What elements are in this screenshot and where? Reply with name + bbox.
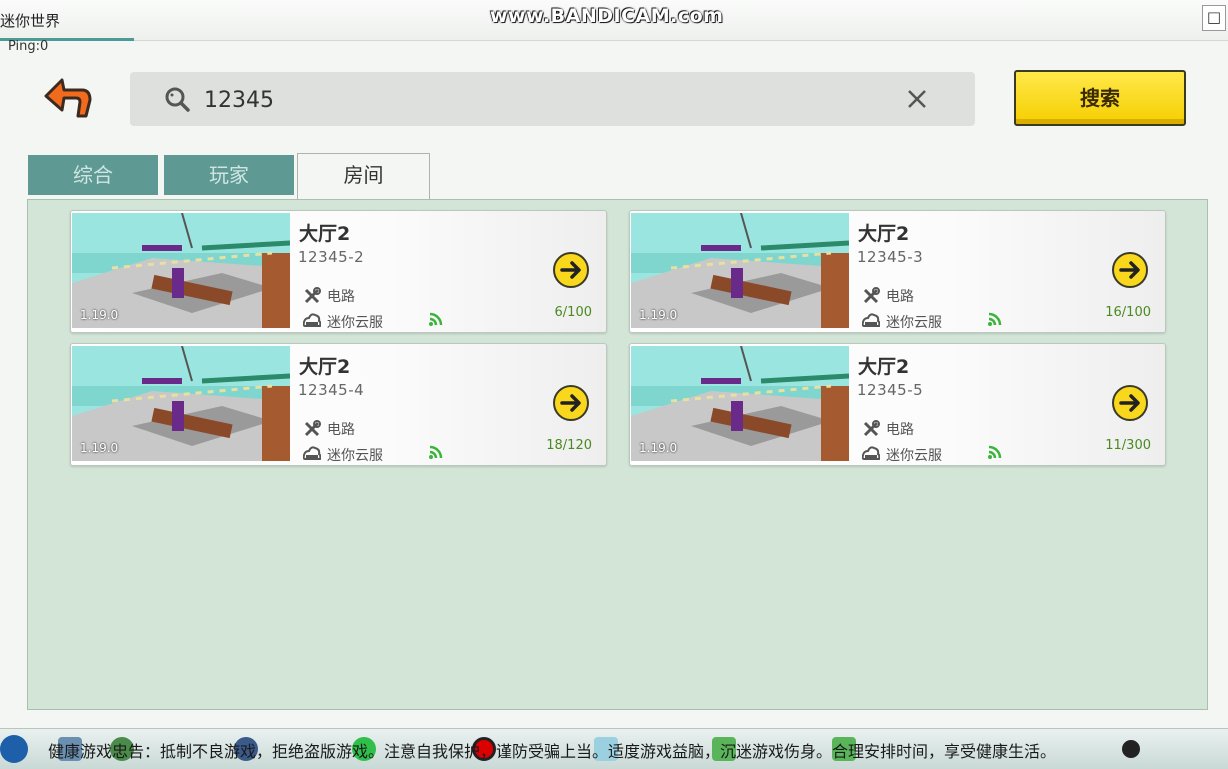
search-icon bbox=[165, 87, 190, 112]
room-thumbnail: 1.19.0 bbox=[631, 213, 849, 328]
window-maximize-button[interactable]: □ bbox=[1202, 5, 1226, 31]
room-card[interactable]: 1.19.0 大厅2 12345-5 电路 迷你云服 11/300 bbox=[629, 343, 1166, 466]
tab-rooms[interactable]: 房间 bbox=[297, 153, 430, 199]
room-id: 12345-3 bbox=[857, 248, 924, 266]
tool-icon bbox=[304, 420, 321, 437]
room-results-panel: 1.19.0 大厅2 12345-2 电路 迷你云服 6/100 1.19.0 … bbox=[27, 199, 1208, 710]
signal-icon bbox=[429, 312, 443, 326]
cloud-icon bbox=[303, 313, 321, 327]
arrow-right-icon[interactable] bbox=[1111, 251, 1149, 289]
arrow-right-icon[interactable] bbox=[1111, 384, 1149, 422]
cloud-icon bbox=[862, 446, 880, 460]
room-player-count: 11/300 bbox=[1105, 438, 1151, 453]
room-server-type: 迷你云服 bbox=[886, 315, 942, 331]
room-host: 电路 bbox=[327, 422, 355, 438]
arrow-right-icon[interactable] bbox=[552, 251, 590, 289]
tool-icon bbox=[863, 287, 880, 304]
room-server-type: 迷你云服 bbox=[327, 448, 383, 464]
signal-icon bbox=[988, 445, 1002, 459]
search-input[interactable] bbox=[202, 80, 906, 120]
room-card[interactable]: 1.19.0 大厅2 12345-2 电路 迷你云服 6/100 bbox=[70, 210, 607, 333]
search-bar bbox=[130, 72, 975, 126]
ping-indicator: Ping:0 bbox=[8, 39, 49, 54]
search-button[interactable]: 搜索 bbox=[1014, 70, 1186, 126]
room-version: 1.19.0 bbox=[80, 441, 119, 455]
back-button[interactable] bbox=[42, 74, 94, 122]
cloud-icon bbox=[303, 446, 321, 460]
window-title: 迷你世界 bbox=[0, 12, 61, 30]
room-server-type: 迷你云服 bbox=[327, 315, 383, 331]
room-id: 12345-2 bbox=[298, 248, 365, 266]
room-name: 大厅2 bbox=[858, 356, 910, 378]
cloud-icon bbox=[862, 313, 880, 327]
room-server-type: 迷你云服 bbox=[886, 448, 942, 464]
tool-icon bbox=[304, 287, 321, 304]
system-taskbar: 健康游戏忠告：抵制不良游戏，拒绝盗版游戏。注意自我保护，谨防受骗上当。适度游戏益… bbox=[0, 728, 1228, 769]
room-id: 12345-4 bbox=[298, 381, 365, 399]
room-host: 电路 bbox=[886, 289, 914, 305]
arrow-right-icon[interactable] bbox=[552, 384, 590, 422]
room-player-count: 16/100 bbox=[1105, 305, 1151, 320]
signal-icon bbox=[988, 312, 1002, 326]
start-button[interactable] bbox=[0, 735, 28, 763]
room-player-count: 18/120 bbox=[546, 438, 592, 453]
health-notice-ticker: 健康游戏忠告：抵制不良游戏，拒绝盗版游戏。注意自我保护，谨防受骗上当。适度游戏益… bbox=[48, 742, 1057, 761]
room-name: 大厅2 bbox=[858, 223, 910, 245]
room-thumbnail: 1.19.0 bbox=[72, 213, 290, 328]
room-host: 电路 bbox=[886, 422, 914, 438]
recording-watermark: www.BANDICAM.com bbox=[490, 5, 724, 27]
room-card[interactable]: 1.19.0 大厅2 12345-4 电路 迷你云服 18/120 bbox=[70, 343, 607, 466]
qq-icon[interactable] bbox=[1122, 740, 1140, 758]
tab-overview[interactable]: 综合 bbox=[28, 155, 158, 195]
room-player-count: 6/100 bbox=[554, 305, 592, 320]
room-thumbnail: 1.19.0 bbox=[72, 346, 290, 461]
room-name: 大厅2 bbox=[299, 223, 351, 245]
room-thumbnail: 1.19.0 bbox=[631, 346, 849, 461]
room-host: 电路 bbox=[327, 289, 355, 305]
title-bar: 迷你世界 www.BANDICAM.com □ bbox=[0, 0, 1228, 41]
back-arrow-icon bbox=[44, 78, 92, 118]
clear-icon[interactable] bbox=[904, 86, 930, 112]
room-name: 大厅2 bbox=[299, 356, 351, 378]
room-version: 1.19.0 bbox=[639, 308, 678, 322]
room-card[interactable]: 1.19.0 大厅2 12345-3 电路 迷你云服 16/100 bbox=[629, 210, 1166, 333]
room-id: 12345-5 bbox=[857, 381, 924, 399]
room-version: 1.19.0 bbox=[80, 308, 119, 322]
tool-icon bbox=[863, 420, 880, 437]
room-version: 1.19.0 bbox=[639, 441, 678, 455]
tab-players[interactable]: 玩家 bbox=[164, 155, 294, 195]
signal-icon bbox=[429, 445, 443, 459]
